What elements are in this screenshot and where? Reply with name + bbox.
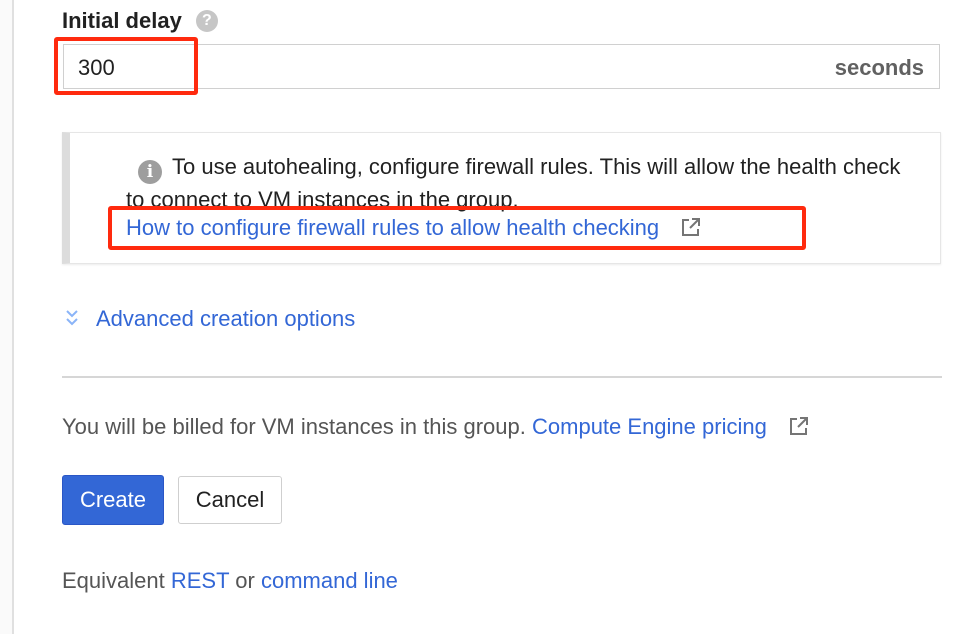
- external-link-icon[interactable]: [789, 416, 809, 436]
- divider: [62, 376, 942, 378]
- billing-text: You will be billed for VM instances in t…: [62, 414, 526, 439]
- create-button[interactable]: Create: [62, 475, 164, 525]
- double-chevron-down-icon: [66, 310, 78, 326]
- initial-delay-input[interactable]: [78, 45, 678, 90]
- initial-delay-label-text: Initial delay: [62, 8, 182, 33]
- equivalent-links: Equivalent REST or command line: [62, 568, 398, 594]
- initial-delay-field[interactable]: seconds: [63, 44, 940, 90]
- left-rail: [0, 0, 14, 634]
- info-message: i To use autohealing, configure firewall …: [126, 151, 916, 216]
- info-message-text: To use autohealing, configure firewall r…: [126, 154, 901, 212]
- command-line-link[interactable]: command line: [261, 568, 398, 593]
- cancel-button[interactable]: Cancel: [178, 476, 282, 524]
- autohealing-info-box: i To use autohealing, configure firewall …: [62, 132, 941, 264]
- advanced-creation-options-toggle[interactable]: Advanced creation options: [64, 306, 355, 332]
- firewall-rules-link-text: How to configure firewall rules to allow…: [126, 215, 660, 240]
- help-circle-icon[interactable]: ?: [195, 10, 218, 32]
- rest-link[interactable]: REST: [171, 568, 229, 593]
- equivalent-or: or: [235, 568, 255, 593]
- initial-delay-label: Initial delay ?: [62, 8, 218, 34]
- info-icon: i: [138, 160, 162, 184]
- external-link-icon: [682, 218, 701, 236]
- advanced-creation-options-label: Advanced creation options: [96, 306, 356, 331]
- equivalent-prefix: Equivalent: [62, 568, 165, 593]
- initial-delay-unit: seconds: [834, 55, 924, 80]
- billing-notice: You will be billed for VM instances in t…: [62, 414, 809, 440]
- compute-engine-pricing-link[interactable]: Compute Engine pricing: [532, 414, 767, 439]
- firewall-rules-help-link[interactable]: How to configure firewall rules to allow…: [126, 215, 701, 241]
- pricing-link-text: Compute Engine pricing: [532, 414, 767, 439]
